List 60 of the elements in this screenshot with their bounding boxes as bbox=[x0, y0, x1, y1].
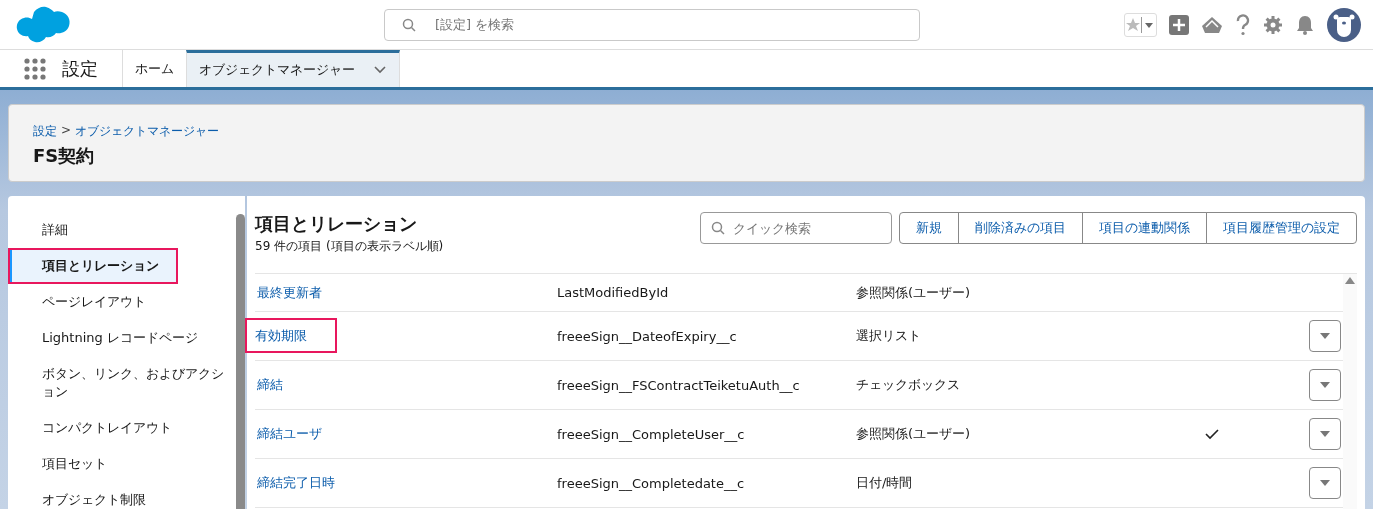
avatar-icon[interactable] bbox=[1327, 7, 1361, 42]
help-icon[interactable] bbox=[1235, 13, 1251, 36]
field-label-link[interactable]: 最終更新者 bbox=[257, 284, 322, 300]
action-button[interactable]: 新規 bbox=[899, 212, 959, 244]
field-label-link[interactable]: 締結完了日時 bbox=[257, 475, 335, 490]
plus-icon[interactable] bbox=[1169, 14, 1189, 35]
data-type: 選択リスト bbox=[856, 328, 921, 343]
arrow-up-icon[interactable] bbox=[1345, 276, 1355, 284]
bell-icon[interactable] bbox=[1295, 14, 1315, 35]
quick-search-field[interactable]: クイック検索 bbox=[700, 212, 892, 244]
caret-icon bbox=[1319, 430, 1331, 438]
api-name: freeeSign__CompleteUser__c bbox=[557, 426, 745, 442]
row-menu-button[interactable] bbox=[1309, 418, 1341, 450]
search-icon[interactable] bbox=[711, 221, 725, 235]
sidebar-item[interactable]: コンパクトレイアウト bbox=[8, 410, 236, 446]
data-type: 参照関係(ユーザー) bbox=[856, 284, 971, 300]
api-name: LastModifiedById bbox=[557, 285, 669, 300]
row-menu-button[interactable] bbox=[1309, 467, 1341, 499]
api-name: freeeSign__Completedate__c bbox=[557, 475, 745, 491]
data-type: 日付/時間 bbox=[856, 475, 913, 490]
caret-icon bbox=[1319, 381, 1331, 389]
page-title: FS契約 bbox=[33, 144, 96, 168]
action-button[interactable]: 削除済みの項目 bbox=[958, 212, 1083, 244]
breadcrumb-link[interactable]: オブジェクトマネージャー bbox=[75, 123, 220, 140]
search-icon[interactable] bbox=[402, 17, 416, 32]
data-type: チェックボックス bbox=[856, 377, 960, 392]
row-menu-button[interactable] bbox=[1309, 369, 1341, 401]
action-button[interactable]: 項目履歴管理の設定 bbox=[1206, 212, 1357, 244]
field-label-link[interactable]: 締結ユーザ bbox=[257, 426, 322, 441]
nav-tab[interactable]: オブジェクトマネージャー bbox=[186, 50, 400, 87]
action-button[interactable]: 項目の連動関係 bbox=[1082, 212, 1207, 244]
favorites-button[interactable] bbox=[1124, 12, 1157, 37]
sidebar-item[interactable]: 項目セット bbox=[8, 446, 236, 482]
app-name: 設定 bbox=[62, 56, 98, 81]
section-title: 項目とリレーション bbox=[255, 212, 418, 236]
settings-icon[interactable] bbox=[1263, 14, 1283, 35]
sidebar-item[interactable]: 項目とリレーション bbox=[8, 248, 178, 284]
data-type: 参照関係(ユーザー) bbox=[856, 426, 971, 441]
mountain-icon[interactable] bbox=[1201, 14, 1223, 35]
item-count: 59 件の項目 (項目の表示ラベル順) bbox=[255, 238, 445, 255]
field-label-link[interactable]: 締結 bbox=[257, 377, 283, 392]
sidebar-item[interactable]: Lightning レコードページ bbox=[8, 320, 236, 356]
api-name: freeeSign__DateofExpiry__c bbox=[557, 328, 737, 344]
sidebar-item[interactable]: 詳細 bbox=[8, 212, 236, 248]
search-field[interactable]: [設定] を検索 bbox=[384, 8, 920, 41]
field-label-link[interactable]: 有効期限 bbox=[247, 320, 335, 351]
sidebar-item[interactable]: ページレイアウト bbox=[8, 284, 236, 320]
chevron-icon[interactable] bbox=[373, 65, 387, 75]
sidebar-item[interactable]: ボタン、リンク、およびアクション bbox=[8, 356, 236, 410]
sidebar-item[interactable]: オブジェクト制限 bbox=[8, 482, 236, 509]
breadcrumb-separator: > bbox=[61, 123, 72, 139]
caret-icon bbox=[1319, 479, 1331, 487]
scrollbar[interactable] bbox=[1343, 274, 1357, 509]
app-launcher-icon[interactable] bbox=[24, 57, 46, 80]
breadcrumb-link[interactable]: 設定 bbox=[33, 123, 57, 140]
star-icon[interactable] bbox=[1125, 16, 1141, 33]
caret-icon[interactable] bbox=[1141, 16, 1156, 33]
api-name: freeeSign__FSContractTeiketuAuth__c bbox=[557, 377, 800, 393]
row-menu-button[interactable] bbox=[1309, 320, 1341, 352]
caret-icon bbox=[1319, 332, 1331, 340]
